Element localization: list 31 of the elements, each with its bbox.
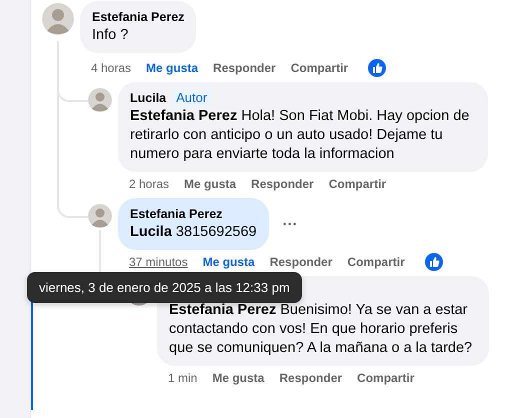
like-link[interactable]: Me gusta bbox=[202, 255, 255, 269]
share-link[interactable]: Compartir bbox=[328, 177, 386, 191]
like-link[interactable]: Me gusta bbox=[212, 371, 264, 385]
share-link[interactable]: Compartir bbox=[357, 371, 414, 385]
like-icon[interactable] bbox=[424, 253, 443, 271]
author-name[interactable]: Estefania Perez bbox=[130, 206, 222, 222]
comment-text: Estefania Perez Hola! Son Fiat Mobi. Hay opcion de retirarlo con anticipo o un auto usado! Dejame tu numero para enviarte toda la informacion bbox=[130, 107, 470, 164]
timestamp-link[interactable]: 37 minutos bbox=[129, 255, 188, 269]
reply-link[interactable]: Responder bbox=[251, 177, 314, 191]
avatar-icon[interactable] bbox=[88, 204, 112, 228]
avatar-icon[interactable] bbox=[88, 88, 112, 112]
like-icon[interactable] bbox=[368, 59, 386, 77]
timestamp-link[interactable]: 4 horas bbox=[91, 61, 132, 75]
avatar-icon[interactable] bbox=[42, 3, 74, 35]
comment-text: Info ? bbox=[92, 26, 130, 45]
more-button[interactable]: ··· bbox=[278, 216, 302, 232]
comment-text: Estefania Perez Buenisimo! Ya se van a estar contactando con vos! En que horario preferis que se comuniquen? A la mañana o a la tarde? bbox=[169, 301, 474, 358]
comment-text: Lucila 3815692569 bbox=[130, 223, 257, 242]
reply-link[interactable]: Responder bbox=[213, 61, 276, 75]
author-name[interactable]: Lucila bbox=[130, 90, 166, 106]
author-name[interactable]: Estefania Perez bbox=[92, 8, 184, 24]
timestamp-link[interactable]: 2 horas bbox=[129, 177, 170, 191]
reply-link[interactable]: Responder bbox=[270, 255, 332, 269]
like-link[interactable]: Me gusta bbox=[146, 61, 198, 75]
timestamp-link[interactable]: 1 min bbox=[168, 371, 198, 385]
like-link[interactable]: Me gusta bbox=[184, 177, 236, 191]
date-tooltip: viernes, 3 de enero de 2025 a las 12:33 pm bbox=[27, 272, 302, 303]
reply-link[interactable]: Responder bbox=[279, 371, 342, 385]
share-link[interactable]: Compartir bbox=[290, 61, 348, 75]
author-badge: Autor bbox=[172, 89, 212, 106]
share-link[interactable]: Compartir bbox=[347, 255, 405, 269]
